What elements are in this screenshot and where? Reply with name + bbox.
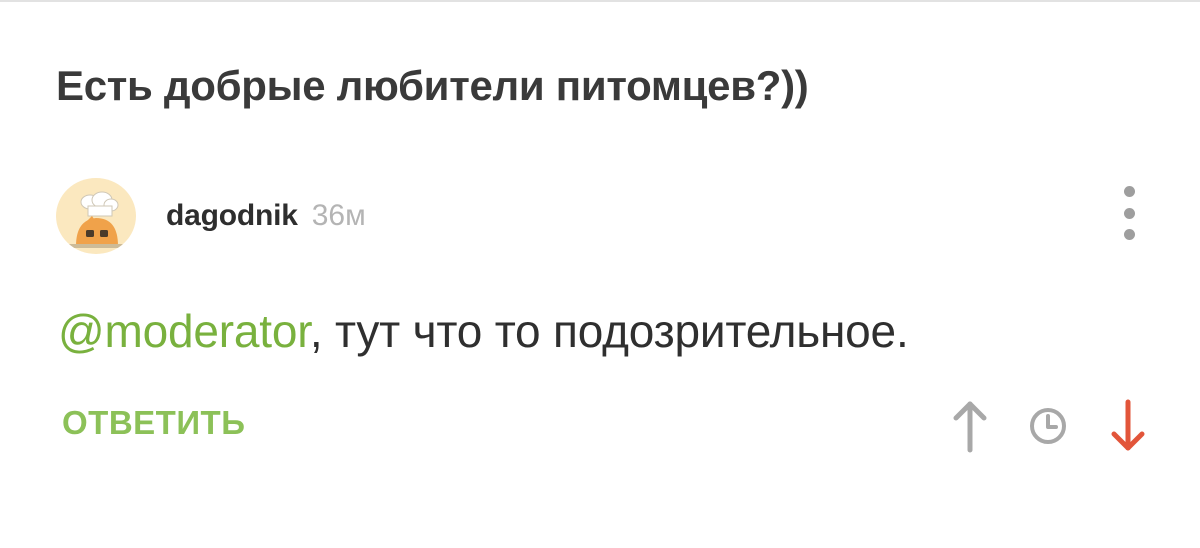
clock-icon[interactable] (1028, 406, 1068, 446)
menu-dot (1123, 186, 1135, 197)
menu-dot (1123, 229, 1135, 240)
chef-character-icon (68, 191, 128, 248)
avatar[interactable] (56, 178, 136, 254)
comment-text: @moderator, тут что то подозрительное. (58, 304, 909, 358)
comment-text-body: , тут что то подозрительное. (309, 305, 909, 357)
arrow-up-icon[interactable] (950, 396, 990, 456)
mention-link[interactable]: @moderator (58, 305, 310, 357)
comment-header: dagodnik 36м (56, 178, 366, 254)
reply-button[interactable]: ОТВЕТИТЬ (62, 404, 245, 442)
arrow-down-icon[interactable] (1108, 396, 1148, 456)
username-link[interactable]: dagodnik (166, 199, 298, 233)
comment-timestamp: 36м (311, 199, 366, 232)
more-vertical-icon[interactable] (1115, 186, 1143, 240)
post-title[interactable]: Есть добрые любители питомцев?)) (56, 62, 809, 110)
top-divider (0, 0, 1200, 2)
menu-dot (1123, 207, 1135, 219)
